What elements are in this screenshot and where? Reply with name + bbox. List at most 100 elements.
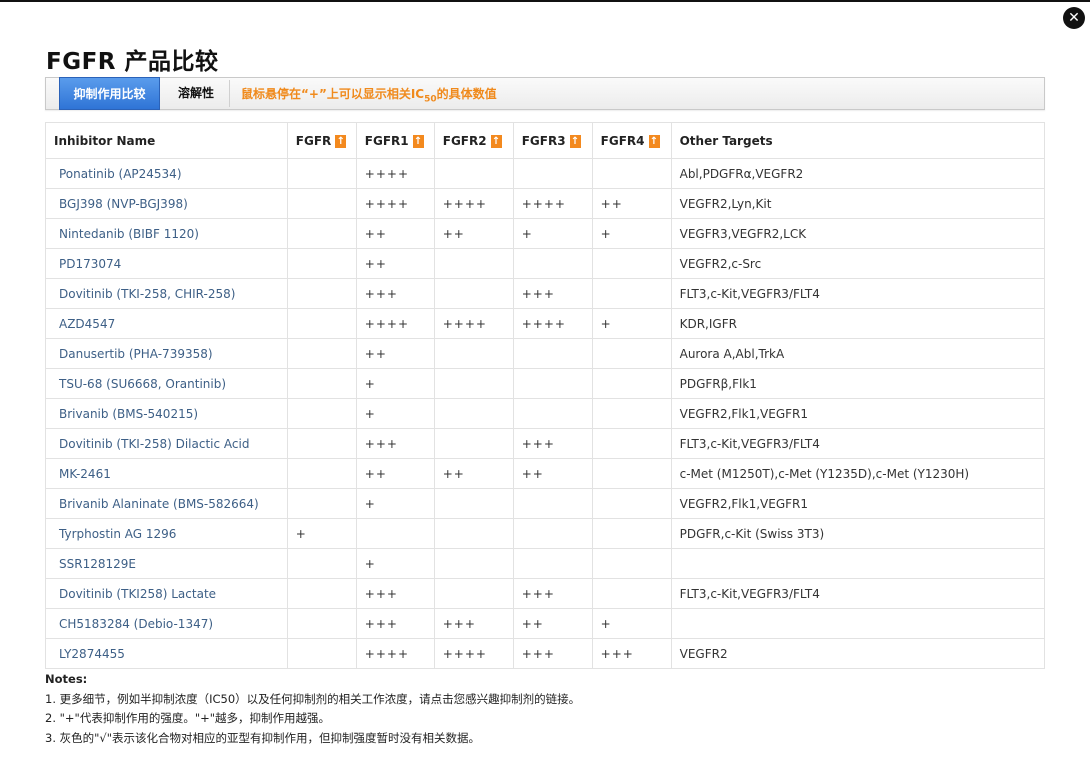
potency-cell-fgfr1[interactable]: ++: [355, 248, 435, 279]
inhibitor-link[interactable]: Ponatinib (AP24534): [45, 158, 288, 189]
table-row: Dovitinib (TKI-258) Dilactic Acid +++ +++ F…: [45, 428, 1046, 459]
potency-cell-fgfr2: [433, 518, 514, 549]
potency-cell-fgfr1[interactable]: +: [355, 398, 435, 429]
potency-cell-fgfr2[interactable]: ++++: [433, 308, 514, 339]
inhibitor-link[interactable]: Brivanib (BMS-540215): [45, 398, 288, 429]
hover-hint-subscript: 50: [424, 94, 437, 105]
table-row: BGJ398 (NVP-BGJ398) ++++ ++++ ++++ ++ VEGFR2,…: [45, 188, 1046, 219]
potency-cell-fgfr1[interactable]: +++: [355, 578, 435, 609]
potency-cell-fgfr1[interactable]: +: [355, 368, 435, 399]
other-targets-cell: PDGFR,c-Kit (Swiss 3T3): [670, 518, 1046, 549]
inhibitor-link[interactable]: Brivanib Alaninate (BMS-582664): [45, 488, 288, 519]
inhibitor-link[interactable]: MK-2461: [45, 458, 288, 489]
potency-cell-fgfr2: [433, 488, 514, 519]
table-row: SSR128129E +: [45, 548, 1046, 579]
potency-cell-fgfr: [286, 308, 357, 339]
potency-cell-fgfr3[interactable]: ++: [512, 458, 593, 489]
potency-cell-fgfr1[interactable]: ++: [355, 338, 435, 369]
potency-cell-fgfr4[interactable]: ++: [591, 188, 672, 219]
potency-cell-fgfr4: [591, 248, 672, 279]
potency-cell-fgfr3: [512, 518, 593, 549]
potency-cell-fgfr: [286, 548, 357, 579]
inhibitor-link[interactable]: Dovitinib (TKI-258, CHIR-258): [45, 278, 288, 309]
inhibitor-link[interactable]: Tyrphostin AG 1296: [45, 518, 288, 549]
window-top-border: [0, 0, 1090, 2]
sort-up-icon[interactable]: ↑: [412, 134, 424, 148]
note-item-2: 2. "+"代表抑制作用的强度。"+"越多，抑制作用越强。: [45, 711, 331, 725]
inhibitor-link[interactable]: Danusertib (PHA-739358): [45, 338, 288, 369]
header-fgfr4-label: FGFR4: [600, 133, 645, 148]
inhibitor-link[interactable]: Dovitinib (TKI258) Lactate: [45, 578, 288, 609]
potency-cell-fgfr1[interactable]: ++++: [355, 308, 435, 339]
inhibitor-link[interactable]: LY2874455: [45, 638, 288, 669]
table-row: Brivanib (BMS-540215) + VEGFR2,Flk1,VEGFR1: [45, 398, 1046, 429]
table-row: Ponatinib (AP24534) ++++ Abl,PDGFRα,VEGFR2: [45, 158, 1046, 189]
potency-cell-fgfr2[interactable]: ++++: [433, 638, 514, 669]
potency-cell-fgfr4[interactable]: +: [591, 218, 672, 249]
inhibitor-link[interactable]: PD173074: [45, 248, 288, 279]
inhibitor-link[interactable]: BGJ398 (NVP-BGJ398): [45, 188, 288, 219]
inhibitor-link[interactable]: Nintedanib (BIBF 1120): [45, 218, 288, 249]
potency-cell-fgfr3[interactable]: ++++: [512, 188, 593, 219]
inhibitor-link[interactable]: CH5183284 (Debio-1347): [45, 608, 288, 639]
header-fgfr4: FGFR4 ↑: [591, 122, 672, 159]
potency-cell-fgfr1[interactable]: ++++: [355, 188, 435, 219]
potency-cell-fgfr1[interactable]: +: [355, 488, 435, 519]
header-fgfr1-label: FGFR1: [364, 133, 409, 148]
inhibitor-link[interactable]: SSR128129E: [45, 548, 288, 579]
potency-cell-fgfr3[interactable]: +++: [512, 278, 593, 309]
potency-cell-fgfr3[interactable]: +++: [512, 428, 593, 459]
other-targets-cell: FLT3,c-Kit,VEGFR3/FLT4: [670, 578, 1046, 609]
potency-cell-fgfr3[interactable]: +++: [512, 638, 593, 669]
potency-cell-fgfr: [286, 578, 357, 609]
other-targets-cell: c-Met (M1250T),c-Met (Y1235D),c-Met (Y12…: [670, 458, 1046, 489]
sort-up-icon[interactable]: ↑: [335, 134, 347, 148]
potency-cell-fgfr1[interactable]: ++: [355, 218, 435, 249]
table-row: TSU-68 (SU6668, Orantinib) + PDGFRβ,Flk1: [45, 368, 1046, 399]
potency-cell-fgfr3[interactable]: +: [512, 218, 593, 249]
close-icon[interactable]: ✕: [1063, 7, 1085, 29]
tab-inhibition-comparison[interactable]: 抑制作用比较: [59, 77, 160, 110]
potency-cell-fgfr2[interactable]: +++: [433, 608, 514, 639]
potency-cell-fgfr4: [591, 278, 672, 309]
potency-cell-fgfr1[interactable]: ++++: [355, 638, 435, 669]
potency-cell-fgfr3[interactable]: ++: [512, 608, 593, 639]
table-row: MK-2461 ++ ++ ++ c-Met (M1250T),c-Met (Y1235…: [45, 458, 1046, 489]
potency-cell-fgfr4[interactable]: +: [591, 608, 672, 639]
table-row: AZD4547 ++++ ++++ ++++ + KDR,IGFR: [45, 308, 1046, 339]
other-targets-cell: Abl,PDGFRα,VEGFR2: [670, 158, 1046, 189]
sort-up-icon[interactable]: ↑: [490, 134, 502, 148]
table-row: CH5183284 (Debio-1347) +++ +++ ++ +: [45, 608, 1046, 639]
potency-cell-fgfr1[interactable]: ++++: [355, 158, 435, 189]
potency-cell-fgfr1[interactable]: ++: [355, 458, 435, 489]
notes-title: Notes:: [45, 672, 88, 686]
potency-cell-fgfr3[interactable]: +++: [512, 578, 593, 609]
potency-cell-fgfr: [286, 188, 357, 219]
inhibitor-link[interactable]: Dovitinib (TKI-258) Dilactic Acid: [45, 428, 288, 459]
other-targets-cell: VEGFR2,Flk1,VEGFR1: [670, 398, 1046, 429]
tab-solubility[interactable]: 溶解性: [166, 77, 226, 110]
potency-cell-fgfr2[interactable]: ++++: [433, 188, 514, 219]
potency-cell-fgfr4[interactable]: +: [591, 308, 672, 339]
potency-cell-fgfr1[interactable]: +++: [355, 278, 435, 309]
potency-cell-fgfr[interactable]: +: [286, 518, 357, 549]
table-row: Brivanib Alaninate (BMS-582664) + VEGFR2,F…: [45, 488, 1046, 519]
potency-cell-fgfr4[interactable]: +++: [591, 638, 672, 669]
potency-cell-fgfr3[interactable]: ++++: [512, 308, 593, 339]
sort-up-icon[interactable]: ↑: [569, 134, 581, 148]
tab-divider: [229, 80, 230, 107]
inhibitor-link[interactable]: TSU-68 (SU6668, Orantinib): [45, 368, 288, 399]
other-targets-cell: PDGFRβ,Flk1: [670, 368, 1046, 399]
other-targets-cell: VEGFR3,VEGFR2,LCK: [670, 218, 1046, 249]
potency-cell-fgfr1[interactable]: +++: [355, 608, 435, 639]
other-targets-cell: KDR,IGFR: [670, 308, 1046, 339]
potency-cell-fgfr1[interactable]: +++: [355, 428, 435, 459]
potency-cell-fgfr2[interactable]: ++: [433, 218, 514, 249]
sort-up-icon[interactable]: ↑: [648, 134, 660, 148]
comparison-table: Inhibitor Name FGFR ↑ FGFR1 ↑ FGFR2 ↑ FGFR3…: [45, 122, 1046, 669]
potency-cell-fgfr2[interactable]: ++: [433, 458, 514, 489]
potency-cell-fgfr: [286, 398, 357, 429]
tab-bar: 抑制作用比较 溶解性 鼠标悬停在“+”上可以显示相关IC50的具体数值: [45, 77, 1045, 110]
potency-cell-fgfr1[interactable]: +: [355, 548, 435, 579]
inhibitor-link[interactable]: AZD4547: [45, 308, 288, 339]
